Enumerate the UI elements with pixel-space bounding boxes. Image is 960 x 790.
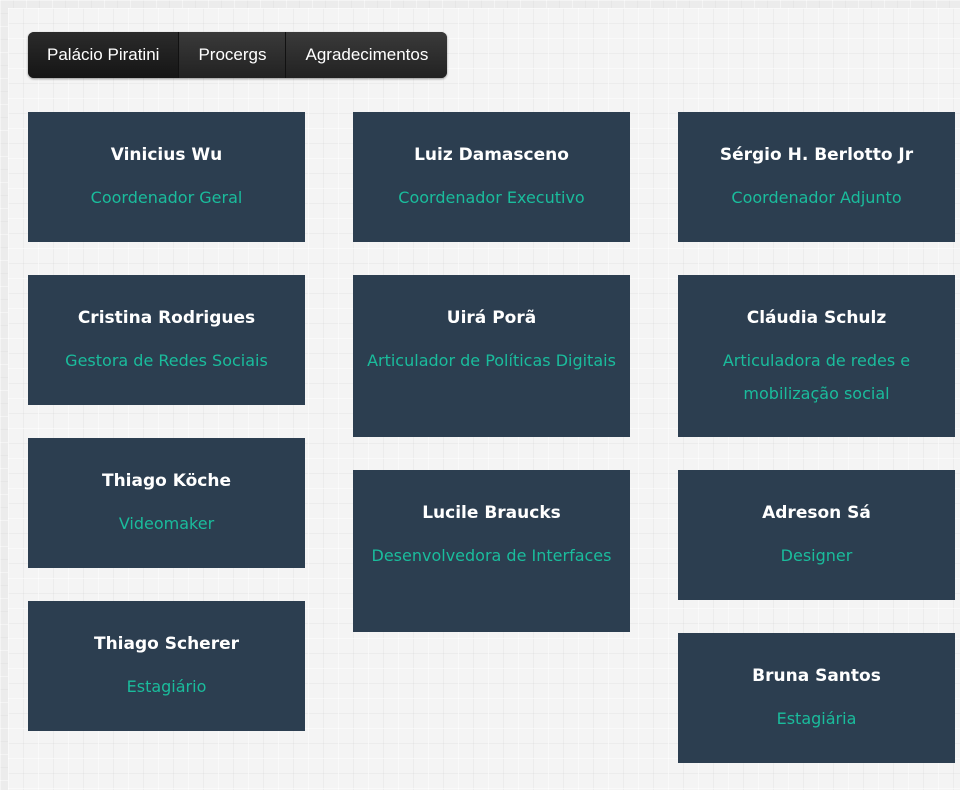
- member-name: Sérgio H. Berlotto Jr: [719, 145, 914, 165]
- team-card-claudia-schulz[interactable]: Cláudia Schulz Articuladora de redes e m…: [678, 275, 955, 437]
- member-role: Designer: [780, 546, 853, 565]
- team-card-thiago-scherer[interactable]: Thiago Scherer Estagiário: [28, 601, 305, 731]
- member-role: Articuladora de redes e mobilização soci…: [722, 351, 911, 403]
- team-card-adreson-sa[interactable]: Adreson Sá Designer: [678, 470, 955, 600]
- team-card-lucile-braucks[interactable]: Lucile Braucks Desenvolvedora de Interfa…: [353, 470, 630, 632]
- team-card-uira-pora[interactable]: Uirá Porã Articulador de Políticas Digit…: [353, 275, 630, 437]
- team-card-thiago-koche[interactable]: Thiago Köche Videomaker: [28, 438, 305, 568]
- member-name: Vinicius Wu: [110, 145, 223, 165]
- tab-agradecimentos[interactable]: Agradecimentos: [285, 32, 448, 78]
- team-card-luiz-damasceno[interactable]: Luiz Damasceno Coordenador Executivo: [353, 112, 630, 242]
- member-name: Cláudia Schulz: [746, 308, 887, 328]
- member-role: Coordenador Executivo: [398, 188, 585, 207]
- member-name: Adreson Sá: [762, 503, 871, 523]
- member-name: Lucile Braucks: [422, 503, 561, 523]
- member-name: Cristina Rodrigues: [77, 308, 256, 328]
- member-role: Videomaker: [118, 514, 215, 533]
- member-name: Luiz Damasceno: [414, 145, 569, 165]
- member-role: Coordenador Adjunto: [731, 188, 902, 207]
- member-role: Gestora de Redes Sociais: [65, 351, 268, 370]
- team-card-vinicius-wu[interactable]: Vinicius Wu Coordenador Geral: [28, 112, 305, 242]
- tab-palacio-piratini[interactable]: Palácio Piratini: [28, 32, 179, 78]
- top-tab-bar: Palácio Piratini Procergs Agradecimentos: [28, 32, 448, 78]
- team-card-bruna-santos[interactable]: Bruna Santos Estagiária: [678, 633, 955, 763]
- member-name: Bruna Santos: [752, 666, 881, 686]
- member-name: Thiago Köche: [101, 471, 232, 491]
- member-name: Thiago Scherer: [93, 634, 239, 654]
- tab-procergs[interactable]: Procergs: [178, 32, 286, 78]
- team-card-cristina-rodrigues[interactable]: Cristina Rodrigues Gestora de Redes Soci…: [28, 275, 305, 405]
- team-card-sergio-berlotto[interactable]: Sérgio H. Berlotto Jr Coordenador Adjunt…: [678, 112, 955, 242]
- member-role: Articulador de Políticas Digitais: [367, 351, 616, 370]
- member-role: Estagiária: [776, 709, 857, 728]
- member-role: Desenvolvedora de Interfaces: [371, 546, 612, 565]
- member-role: Coordenador Geral: [90, 188, 243, 207]
- member-name: Uirá Porã: [446, 308, 537, 328]
- member-role: Estagiário: [126, 677, 207, 696]
